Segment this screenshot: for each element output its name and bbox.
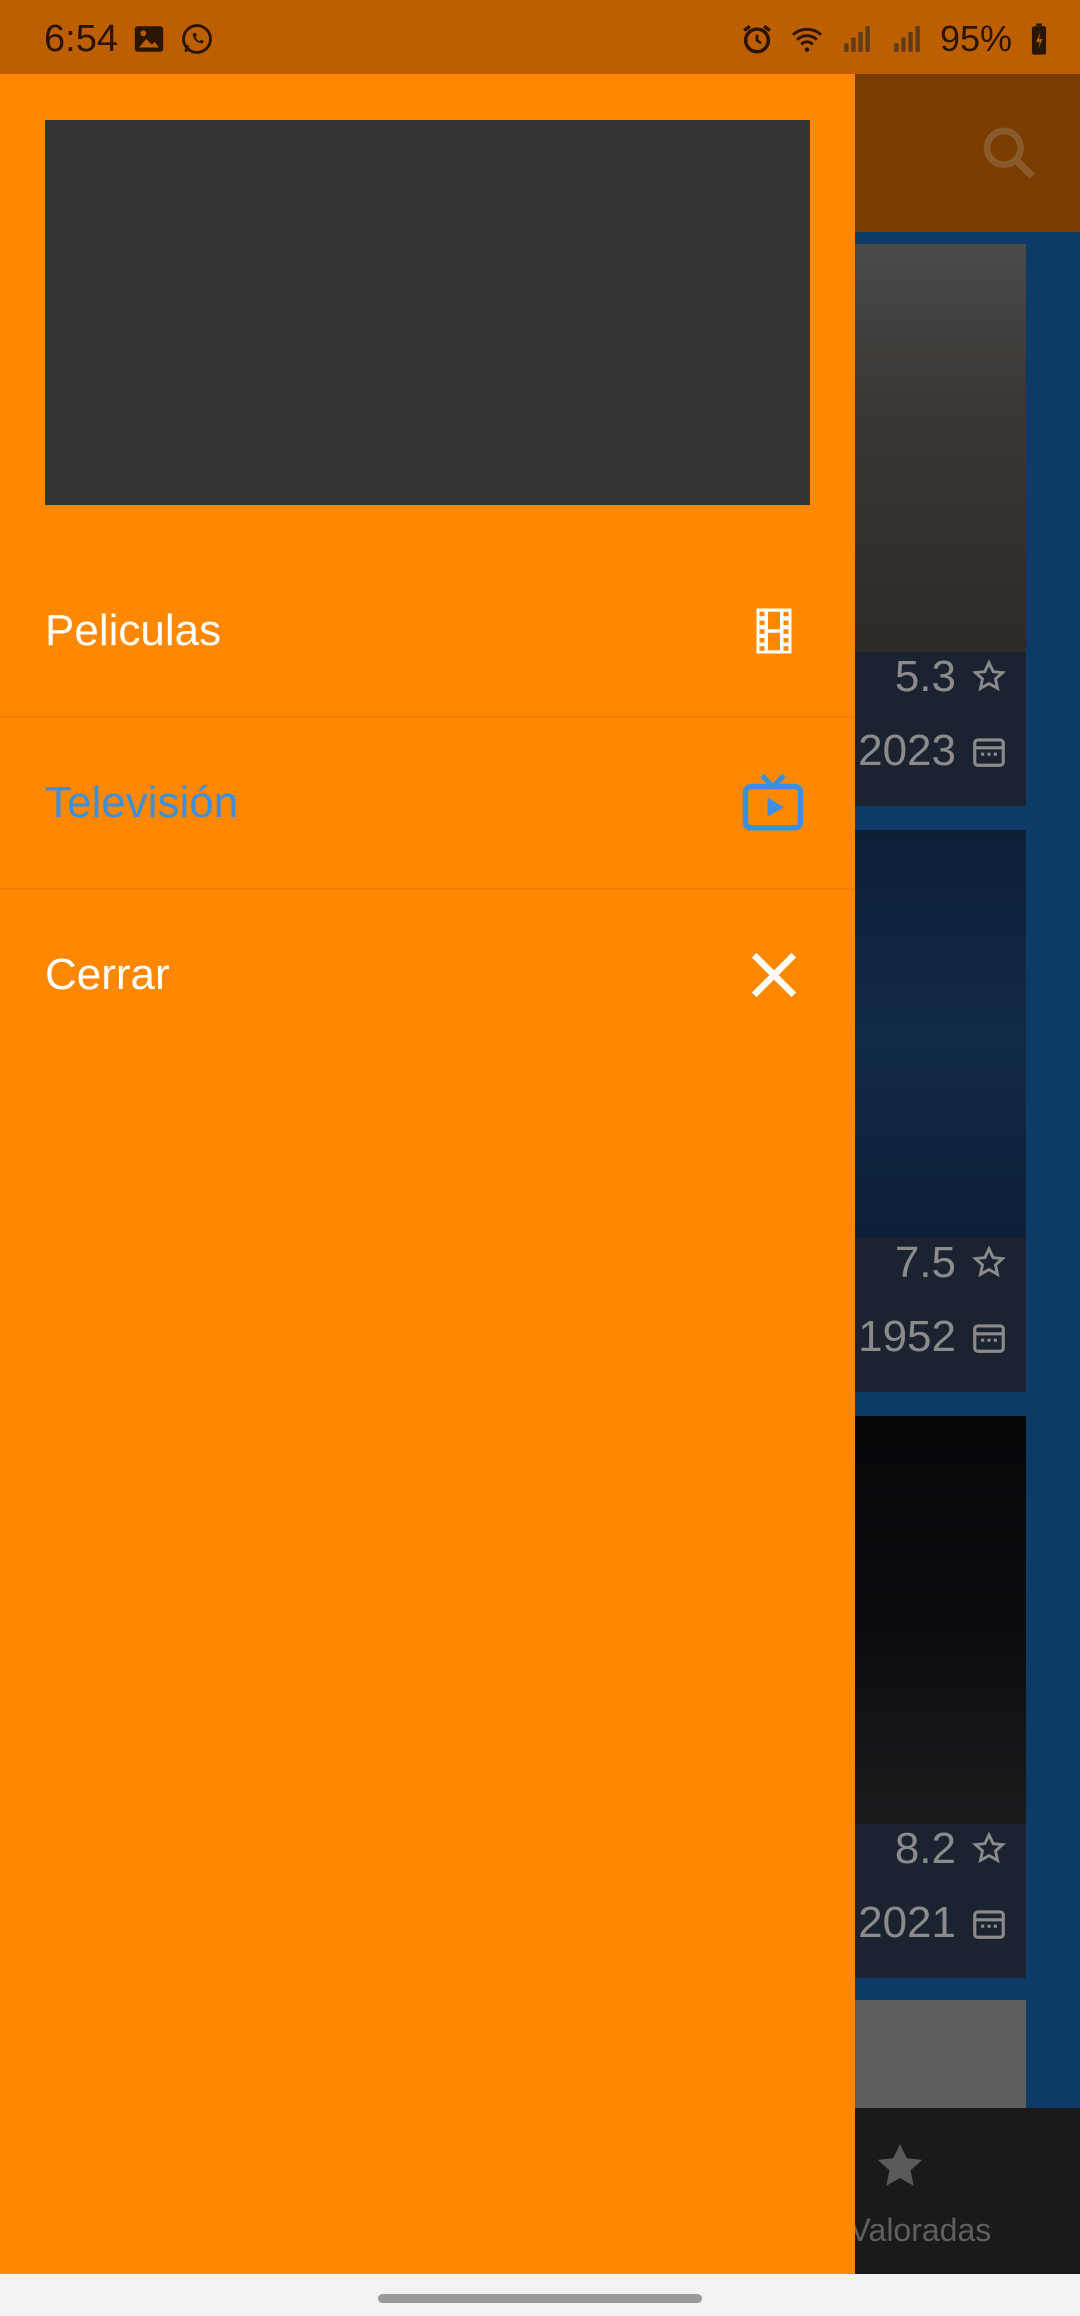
- rating-value: 7.5: [894, 1238, 956, 1287]
- drawer-header-image: [45, 120, 810, 505]
- year-line: 1952: [858, 1312, 1008, 1362]
- gallery-notification-icon: [134, 26, 164, 52]
- year-value: 2023: [858, 726, 956, 775]
- rating-value: 8.2: [894, 1824, 956, 1873]
- star-outline-icon: [972, 659, 1006, 692]
- signal-icon-1: [844, 26, 870, 52]
- star-outline-icon: [972, 1831, 1006, 1864]
- menu-item-label: Peliculas: [45, 606, 222, 655]
- system-status: 95%: [740, 18, 1050, 60]
- rating-line: 7.5: [895, 1238, 1008, 1288]
- wifi-icon: [791, 27, 823, 52]
- gesture-bar: [0, 2274, 1080, 2316]
- alarm-icon: [743, 24, 771, 54]
- menu-item-cerrar[interactable]: Cerrar: [0, 890, 855, 1060]
- search-icon[interactable]: [978, 122, 1040, 184]
- calendar-icon: [973, 1324, 1005, 1353]
- battery-charging-icon: [1031, 23, 1047, 55]
- status-bar: 6:54 95%: [0, 0, 1080, 74]
- rating-line: 5.3: [895, 652, 1008, 702]
- battery-percent: 95%: [939, 18, 1012, 59]
- menu-item-peliculas[interactable]: Peliculas: [0, 546, 855, 716]
- calendar-icon: [973, 738, 1005, 767]
- navigation-drawer: Peliculas Televisión Cerrar: [0, 74, 855, 2274]
- status-time: 6:54: [44, 18, 118, 60]
- whatsapp-notification-icon: [182, 24, 212, 54]
- home-indicator[interactable]: [378, 2294, 702, 2303]
- rating-line: 8.2: [895, 1824, 1008, 1874]
- menu-item-label: Cerrar: [45, 950, 170, 999]
- rating-value: 5.3: [894, 652, 956, 701]
- year-value: 1952: [858, 1312, 956, 1361]
- menu-item-label: Televisión: [45, 778, 239, 827]
- notification-icons: [132, 22, 214, 56]
- menu-item-television[interactable]: Televisión: [0, 718, 855, 888]
- star-outline-icon: [972, 1245, 1006, 1278]
- year-line: 2023: [858, 726, 1008, 776]
- star-icon[interactable]: [872, 2138, 928, 2194]
- year-value: 2021: [858, 1898, 956, 1947]
- year-line: 2021: [858, 1898, 1008, 1948]
- close-icon: [751, 952, 797, 998]
- calendar-icon: [973, 1910, 1005, 1939]
- signal-icon-2: [894, 26, 920, 52]
- tv-play-icon: [742, 773, 804, 831]
- film-icon: [756, 608, 792, 654]
